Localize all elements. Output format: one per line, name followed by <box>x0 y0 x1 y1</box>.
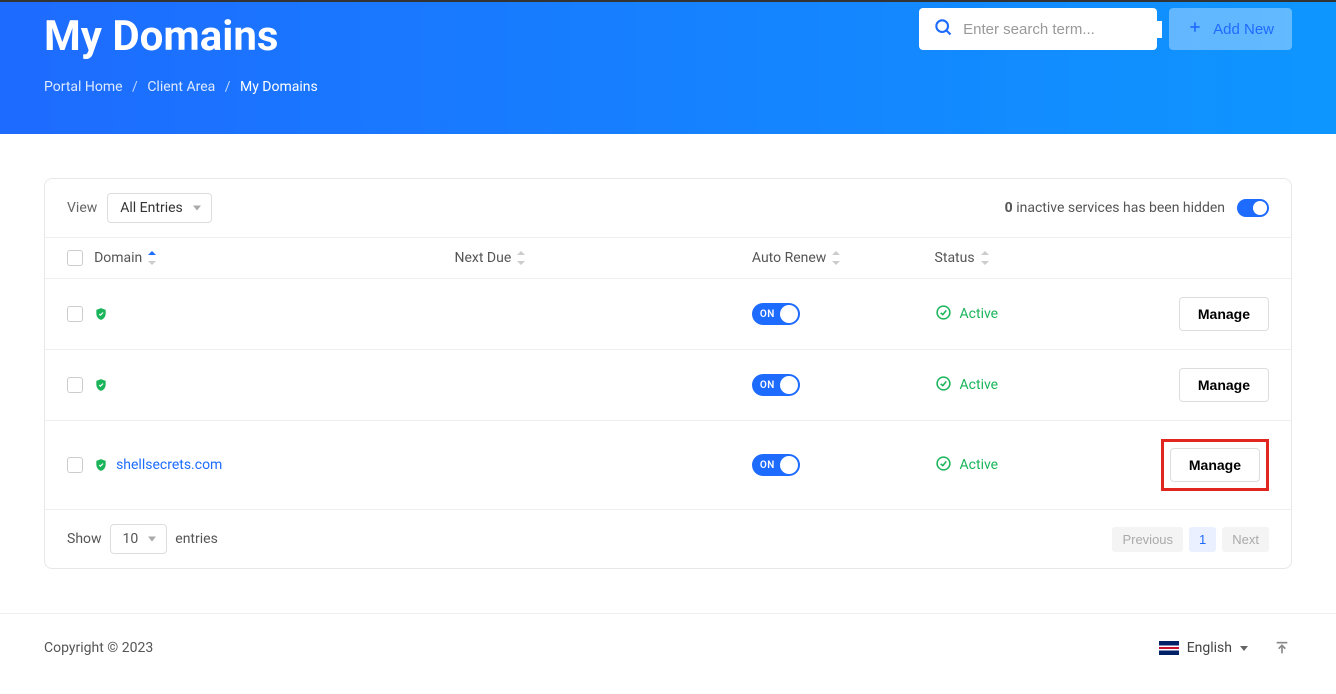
row-checkbox[interactable] <box>67 457 83 473</box>
flag-uk-icon <box>1159 641 1179 655</box>
hidden-info: 0 inactive services has been hidden <box>1005 200 1225 216</box>
table-row: shellsecrets.com ON Active Manage <box>45 421 1291 510</box>
chevron-down-icon <box>1240 646 1248 651</box>
previous-button[interactable]: Previous <box>1112 527 1183 552</box>
breadcrumb-client-area[interactable]: Client Area <box>147 79 215 95</box>
search-icon <box>933 17 953 41</box>
check-circle-icon <box>935 455 952 476</box>
pagination: Previous 1 Next <box>1112 527 1269 552</box>
table-row: ON Active Manage <box>45 350 1291 421</box>
shield-icon <box>94 306 108 322</box>
domains-table: Domain Next Due Auto Renew Status ON Acti… <box>45 237 1291 510</box>
shield-icon <box>94 377 108 393</box>
breadcrumb: Portal Home / Client Area / My Domains <box>44 79 1292 95</box>
hide-inactive-toggle[interactable] <box>1237 199 1269 217</box>
auto-renew-toggle[interactable]: ON <box>752 303 800 325</box>
next-button[interactable]: Next <box>1222 527 1269 552</box>
scroll-top-button[interactable] <box>1272 638 1292 658</box>
view-label: View <box>67 200 97 216</box>
shield-icon <box>94 457 108 473</box>
table-row: ON Active Manage <box>45 279 1291 350</box>
check-circle-icon <box>935 375 952 396</box>
check-circle-icon <box>935 304 952 325</box>
breadcrumb-current: My Domains <box>240 79 318 95</box>
manage-button[interactable]: Manage <box>1179 297 1269 331</box>
plus-icon <box>1187 19 1203 39</box>
search-box[interactable] <box>919 8 1157 50</box>
entries-label: entries <box>175 531 218 547</box>
show-label: Show <box>67 531 102 547</box>
status-badge: Active <box>960 377 999 393</box>
manage-button[interactable]: Manage <box>1179 368 1269 402</box>
row-checkbox[interactable] <box>67 306 83 322</box>
language-select[interactable]: English <box>1159 640 1248 656</box>
column-domain[interactable]: Domain <box>94 238 454 279</box>
highlight-box: Manage <box>1161 439 1269 491</box>
row-checkbox[interactable] <box>67 377 83 393</box>
footer: Copyright © 2023 English <box>0 614 1336 694</box>
status-badge: Active <box>960 457 999 473</box>
auto-renew-toggle[interactable]: ON <box>752 454 800 476</box>
select-all-checkbox[interactable] <box>67 250 83 266</box>
page-size-select[interactable]: 10 <box>110 524 168 554</box>
add-new-button[interactable]: Add New <box>1169 8 1292 50</box>
domains-panel: View All Entries 0 inactive services has… <box>44 178 1292 569</box>
column-next-due[interactable]: Next Due <box>455 238 752 279</box>
chevron-down-icon <box>193 206 201 211</box>
domain-link[interactable]: shellsecrets.com <box>116 457 222 473</box>
column-status[interactable]: Status <box>935 238 1161 279</box>
status-badge: Active <box>960 306 999 322</box>
page-header: My Domains Portal Home / Client Area / M… <box>0 2 1336 134</box>
column-auto-renew[interactable]: Auto Renew <box>752 238 935 279</box>
manage-button[interactable]: Manage <box>1170 448 1260 482</box>
page-1-button[interactable]: 1 <box>1189 527 1216 552</box>
search-input[interactable] <box>963 21 1162 38</box>
copyright: Copyright © 2023 <box>44 640 153 656</box>
auto-renew-toggle[interactable]: ON <box>752 374 800 396</box>
breadcrumb-portal-home[interactable]: Portal Home <box>44 79 123 95</box>
view-select[interactable]: All Entries <box>107 193 211 223</box>
chevron-down-icon <box>148 537 156 542</box>
